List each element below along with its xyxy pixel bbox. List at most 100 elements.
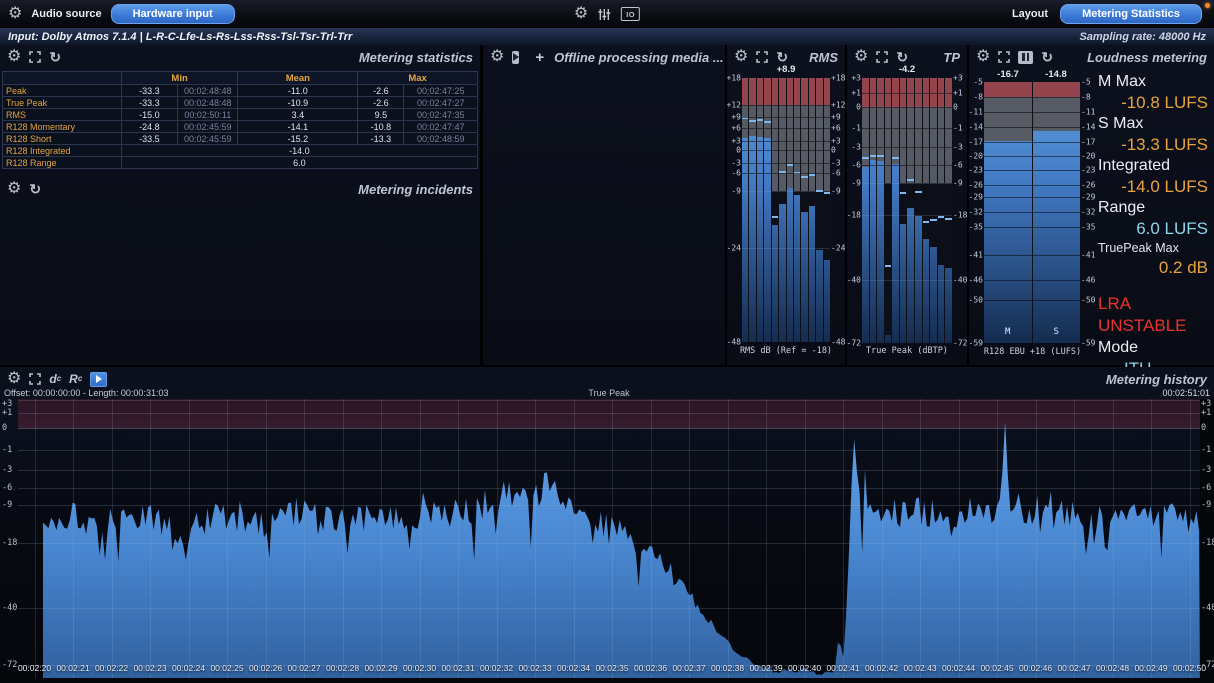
time-axis-label: 00:02:36	[634, 663, 667, 673]
tp-settings-gear-icon[interactable]: ⚙	[854, 49, 868, 65]
tp-meter: +3+10-1-3-6-9-18-40-72+3+10-1-3-6-9-18-4…	[847, 78, 967, 343]
rms-reset-icon[interactable]: ↻	[776, 50, 788, 64]
input-info-bar: Input: Dolby Atmos 7.1.4 | L-R-C-Lfe-Ls-…	[0, 28, 1214, 45]
top-toolbar: ⚙ Audio source Hardware input ⚙ IO Layou…	[0, 0, 1214, 28]
history-current-time: 00:02:51:01	[1162, 388, 1210, 398]
column-header-max: Max	[358, 72, 478, 85]
time-axis-label: 00:02:38	[711, 663, 744, 673]
mixer-sliders-icon[interactable]	[598, 8, 611, 21]
table-row: R128 Short-33.500:02:45:59-15.2-13.300:0…	[3, 133, 478, 145]
time-axis-label: 00:02:46	[1019, 663, 1052, 673]
offline-panel-title: Offline processing media ...	[554, 50, 724, 65]
app-window: ⚙ Audio source Hardware input ⚙ IO Layou…	[0, 0, 1214, 683]
rms-settings-gear-icon[interactable]: ⚙	[734, 49, 748, 65]
lufs-bar-M: M	[984, 82, 1032, 343]
sampling-rate-label: Sampling rate: 48000 Hz	[1079, 31, 1206, 43]
column-header-min: Min	[121, 72, 238, 85]
y-axis-label: -9	[1201, 500, 1211, 510]
history-reset-counters-icon[interactable]: Rc	[69, 373, 82, 385]
y-axis-label: -40	[1201, 603, 1214, 613]
loudness-value: 0.2 dB	[1098, 257, 1210, 278]
history-graph[interactable]: +3+3+1+100-1-1-3-3-6-6-9-9-18-18-40-40-7…	[0, 399, 1214, 678]
tp-expand-icon[interactable]	[876, 51, 888, 63]
incidents-reset-icon[interactable]: ↻	[29, 182, 41, 196]
time-axis-label: 00:02:42	[865, 663, 898, 673]
rms-meter: +18+12+9+6+30-3-6-9-24-48+18+12+9+6+30-3…	[727, 78, 845, 342]
time-axis-label: 00:02:47	[1057, 663, 1090, 673]
meter-bar	[930, 78, 937, 343]
table-row: RMS-15.000:02:50:113.49.500:02:47:35	[3, 109, 478, 121]
rms-peak-readout: +8.9	[727, 64, 845, 75]
meter-bar	[870, 78, 877, 343]
time-axis-label: 00:02:48	[1096, 663, 1129, 673]
meter-bar	[742, 78, 748, 342]
loudness-panel-title: Loudness metering	[1087, 50, 1207, 65]
loudness-label: Range	[1098, 197, 1210, 218]
time-axis-label: 00:02:49	[1134, 663, 1167, 673]
history-play-button[interactable]	[90, 372, 107, 387]
y-axis-label: 0	[2, 423, 7, 433]
short-readout: -14.8	[1032, 69, 1080, 80]
meter-bar	[915, 78, 922, 343]
tp-meter-caption: True Peak (dBTP)	[847, 346, 967, 356]
audio-source-settings-gear-icon[interactable]: ⚙	[8, 6, 22, 22]
history-expand-icon[interactable]	[29, 373, 41, 385]
y-axis-label: -18	[1201, 538, 1214, 548]
incidents-panel-title: Metering incidents	[358, 182, 473, 197]
time-axis-label: 00:02:32	[480, 663, 513, 673]
offline-settings-gear-icon[interactable]: ⚙	[490, 49, 504, 65]
meter-bar	[772, 78, 778, 342]
time-axis-label: 00:02:30	[403, 663, 436, 673]
rms-expand-icon[interactable]	[756, 51, 768, 63]
offline-play-button[interactable]	[512, 51, 519, 64]
time-axis-label: 00:02:22	[95, 663, 128, 673]
history-settings-gear-icon[interactable]: ⚙	[7, 371, 21, 387]
momentary-readout: -16.7	[984, 69, 1032, 80]
time-axis-label: 00:02:20	[18, 663, 51, 673]
y-axis-label: +1	[1201, 408, 1211, 418]
time-axis-label: 00:02:24	[172, 663, 205, 673]
incidents-settings-gear-icon[interactable]: ⚙	[7, 181, 21, 197]
loudness-value: -14.0 LUFS	[1098, 176, 1210, 197]
audio-source-label: Audio source	[31, 8, 101, 20]
history-clear-counters-icon[interactable]: dc	[49, 373, 61, 385]
time-axis-label: 00:02:26	[249, 663, 282, 673]
y-axis-label: -6	[2, 483, 12, 493]
statistics-expand-icon[interactable]	[29, 51, 41, 63]
rms-meter-caption: RMS dB (Ref = -18)	[727, 346, 845, 356]
global-settings-gear-icon[interactable]: ⚙	[574, 6, 588, 22]
loudness-label: S Max	[1098, 113, 1210, 134]
loudness-value: 6.0 LUFS	[1098, 218, 1210, 239]
y-axis-label: -18	[2, 538, 17, 548]
y-axis-label: +1	[2, 408, 12, 418]
history-panel-title: Metering history	[1106, 372, 1207, 387]
statistics-table: Min Mean Max Peak-33.300:02:48:48-11.0-2…	[2, 71, 478, 169]
lufs-bar-label: M	[984, 327, 1032, 337]
y-axis-label: -9	[2, 500, 12, 510]
hardware-input-button[interactable]: Hardware input	[111, 4, 235, 24]
meter-bar	[764, 78, 770, 342]
metering-statistics-panel: ⚙ ↻ Metering statistics Min Mean Max Pea…	[0, 45, 480, 365]
tp-reset-icon[interactable]: ↻	[896, 50, 908, 64]
offline-add-media-button[interactable]: +	[535, 50, 544, 65]
table-row: True Peak-33.300:02:48:48-10.9-2.600:02:…	[3, 97, 478, 109]
statistics-reset-icon[interactable]: ↻	[49, 50, 61, 64]
y-axis-label: -72	[2, 660, 17, 670]
time-axis-label: 00:02:31	[441, 663, 474, 673]
lufs-bar-readouts: -16.7 -14.8	[984, 69, 1080, 80]
meter-bar	[801, 78, 807, 342]
time-axis-label: 00:02:34	[557, 663, 590, 673]
metering-statistics-layout-button[interactable]: Metering Statistics	[1060, 4, 1202, 24]
loudness-value: -13.3 LUFS	[1098, 134, 1210, 155]
time-axis-label: 00:02:35	[595, 663, 628, 673]
time-axis-label: 00:02:25	[210, 663, 243, 673]
truepeak-meter-panel: ⚙ ↻ TP -4.2 +3+10-1-3-6-9-18-40-72+3+10-…	[847, 45, 967, 365]
time-axis-label: 00:02:39	[749, 663, 782, 673]
history-bottom-strip	[0, 678, 1214, 683]
time-axis-label: 00:02:28	[326, 663, 359, 673]
time-axis-label: 00:02:45	[980, 663, 1013, 673]
io-routing-icon[interactable]: IO	[621, 7, 640, 21]
meter-bar	[757, 78, 763, 342]
statistics-settings-gear-icon[interactable]: ⚙	[7, 49, 21, 65]
table-header-row: Min Mean Max	[3, 72, 478, 85]
